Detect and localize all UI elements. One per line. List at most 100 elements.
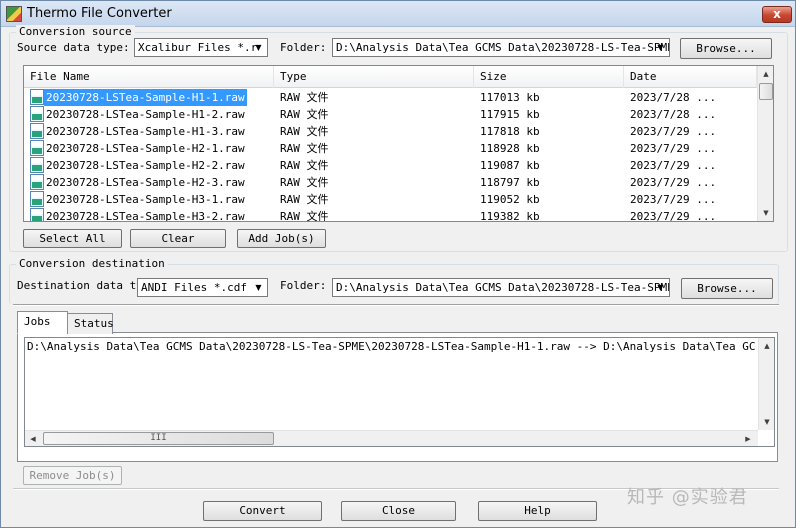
- column-date[interactable]: Date: [624, 66, 757, 88]
- raw-file-icon: [30, 191, 44, 207]
- cell-date: 2023/7/28 ...: [630, 108, 717, 121]
- cell-date: 2023/7/29 ...: [630, 193, 717, 206]
- raw-file-icon: [30, 157, 44, 173]
- add-jobs-button[interactable]: Add Job(s): [237, 229, 326, 248]
- title-bar[interactable]: Thermo File Converter x: [1, 1, 795, 27]
- source-type-select[interactable]: Xcalibur Files *.r ▼: [134, 38, 268, 57]
- column-file-name[interactable]: File Name: [24, 66, 274, 88]
- jobs-list[interactable]: D:\Analysis Data\Tea GCMS Data\20230728-…: [24, 337, 775, 447]
- table-row[interactable]: 20230728-LSTea-Sample-H1-1.raw RAW 文件 1170…: [24, 89, 757, 106]
- select-all-button[interactable]: Select All: [23, 229, 122, 248]
- cell-file-name: 20230728-LSTea-Sample-H3-1.raw: [46, 193, 245, 206]
- column-size[interactable]: Size: [474, 66, 624, 88]
- cell-type: RAW 文件: [280, 176, 329, 189]
- chevron-down-icon: ▼: [255, 43, 262, 52]
- cell-size: 118797 kb: [480, 176, 540, 189]
- scroll-down-icon[interactable]: ▼: [759, 414, 774, 430]
- table-row[interactable]: 20230728-LSTea-Sample-H3-2.raw RAW 文件 1193…: [24, 208, 757, 222]
- cell-file-name: 20230728-LSTea-Sample-H1-1.raw: [44, 89, 247, 106]
- source-type-value: Xcalibur Files *.r: [138, 41, 258, 54]
- scroll-up-icon[interactable]: ▲: [758, 66, 773, 82]
- destination-folder-label: Folder:: [280, 279, 327, 292]
- cell-file-name: 20230728-LSTea-Sample-H2-1.raw: [46, 142, 245, 155]
- cell-type: RAW 文件: [280, 210, 329, 222]
- table-row[interactable]: 20230728-LSTea-Sample-H2-1.raw RAW 文件 1189…: [24, 140, 757, 157]
- cell-date: 2023/7/28 ...: [630, 91, 717, 104]
- raw-file-icon: [30, 123, 44, 139]
- conversion-destination-legend: Conversion destination: [16, 257, 168, 270]
- window-title: Thermo File Converter: [27, 6, 172, 21]
- table-row[interactable]: 20230728-LSTea-Sample-H3-1.raw RAW 文件 1190…: [24, 191, 757, 208]
- cell-date: 2023/7/29 ...: [630, 159, 717, 172]
- section-divider: [13, 304, 779, 306]
- scroll-left-icon[interactable]: ◀: [25, 431, 41, 446]
- cell-type: RAW 文件: [280, 142, 329, 155]
- job-entry[interactable]: D:\Analysis Data\Tea GCMS Data\20230728-…: [27, 340, 755, 353]
- horizontal-scroll-thumb[interactable]: III: [43, 432, 274, 445]
- jobs-vertical-scrollbar[interactable]: ▲ ▼: [758, 338, 774, 430]
- jobs-horizontal-scrollbar[interactable]: ◀ III ▶: [25, 430, 758, 446]
- clear-button[interactable]: Clear: [130, 229, 226, 248]
- cell-type: RAW 文件: [280, 125, 329, 138]
- table-row[interactable]: 20230728-LSTea-Sample-H2-2.raw RAW 文件 1190…: [24, 157, 757, 174]
- source-folder-select[interactable]: D:\Analysis Data\Tea GCMS Data\20230728-…: [332, 38, 670, 57]
- raw-file-icon: [30, 174, 44, 190]
- cell-file-name: 20230728-LSTea-Sample-H2-3.raw: [46, 176, 245, 189]
- tab-jobs[interactable]: Jobs: [17, 311, 68, 334]
- source-folder-label: Folder:: [280, 41, 327, 54]
- cell-size: 119087 kb: [480, 159, 540, 172]
- cell-type: RAW 文件: [280, 108, 329, 121]
- cell-type: RAW 文件: [280, 91, 329, 104]
- cell-file-name: 20230728-LSTea-Sample-H3-2.raw: [46, 210, 245, 222]
- close-button[interactable]: Close: [341, 501, 456, 521]
- watermark: 知乎 @实验君: [627, 487, 748, 508]
- cell-type: RAW 文件: [280, 159, 329, 172]
- remove-jobs-button[interactable]: Remove Job(s): [23, 466, 122, 485]
- destination-type-label: Destination data typ: [17, 279, 137, 292]
- tab-status[interactable]: Status: [67, 313, 114, 334]
- scroll-thumb[interactable]: [759, 83, 773, 100]
- chevron-down-icon: ▼: [657, 283, 664, 292]
- conversion-source-legend: Conversion source: [16, 25, 135, 38]
- help-button[interactable]: Help: [478, 501, 597, 521]
- scroll-up-icon[interactable]: ▲: [759, 338, 774, 354]
- raw-file-icon: [30, 208, 44, 221]
- raw-file-icon: [30, 89, 44, 105]
- scroll-right-icon[interactable]: ▶: [740, 431, 756, 446]
- cell-type: RAW 文件: [280, 193, 329, 206]
- destination-folder-select[interactable]: D:\Analysis Data\Tea GCMS Data\20230728-…: [332, 278, 670, 297]
- file-list[interactable]: File Name Type Size Date 20230728-LSTea-…: [23, 65, 774, 222]
- cell-date: 2023/7/29 ...: [630, 125, 717, 138]
- source-folder-value: D:\Analysis Data\Tea GCMS Data\20230728-…: [336, 41, 670, 54]
- chevron-down-icon: ▼: [657, 43, 664, 52]
- close-window-button[interactable]: x: [762, 6, 792, 23]
- cell-size: 118928 kb: [480, 142, 540, 155]
- cell-file-name: 20230728-LSTea-Sample-H2-2.raw: [46, 159, 245, 172]
- destination-browse-button[interactable]: Browse...: [681, 278, 773, 299]
- raw-file-icon: [30, 140, 44, 156]
- column-type[interactable]: Type: [274, 66, 474, 88]
- destination-folder-value: D:\Analysis Data\Tea GCMS Data\20230728-…: [336, 281, 670, 294]
- raw-file-icon: [30, 106, 44, 122]
- chevron-down-icon: ▼: [255, 283, 262, 292]
- cell-size: 117013 kb: [480, 91, 540, 104]
- source-type-label: Source data type:: [17, 41, 130, 54]
- source-browse-button[interactable]: Browse...: [680, 38, 772, 59]
- cell-size: 119052 kb: [480, 193, 540, 206]
- destination-type-select[interactable]: ANDI Files *.cdf ▼: [137, 278, 268, 297]
- cell-date: 2023/7/29 ...: [630, 142, 717, 155]
- cell-size: 117915 kb: [480, 108, 540, 121]
- table-row[interactable]: 20230728-LSTea-Sample-H1-2.raw RAW 文件 1179…: [24, 106, 757, 123]
- converter-window: Thermo File Converter x Conversion sourc…: [0, 0, 796, 528]
- convert-button[interactable]: Convert: [203, 501, 322, 521]
- file-list-header: File Name Type Size Date: [24, 66, 757, 88]
- scroll-grip-icon: III: [150, 433, 167, 443]
- table-row[interactable]: 20230728-LSTea-Sample-H2-3.raw RAW 文件 1187…: [24, 174, 757, 191]
- file-list-scrollbar[interactable]: ▲ ▼: [757, 66, 773, 221]
- cell-size: 117818 kb: [480, 125, 540, 138]
- scroll-down-icon[interactable]: ▼: [758, 205, 773, 221]
- table-row[interactable]: 20230728-LSTea-Sample-H1-3.raw RAW 文件 1178…: [24, 123, 757, 140]
- cell-date: 2023/7/29 ...: [630, 176, 717, 189]
- cell-file-name: 20230728-LSTea-Sample-H1-3.raw: [46, 125, 245, 138]
- destination-type-value: ANDI Files *.cdf: [141, 281, 247, 294]
